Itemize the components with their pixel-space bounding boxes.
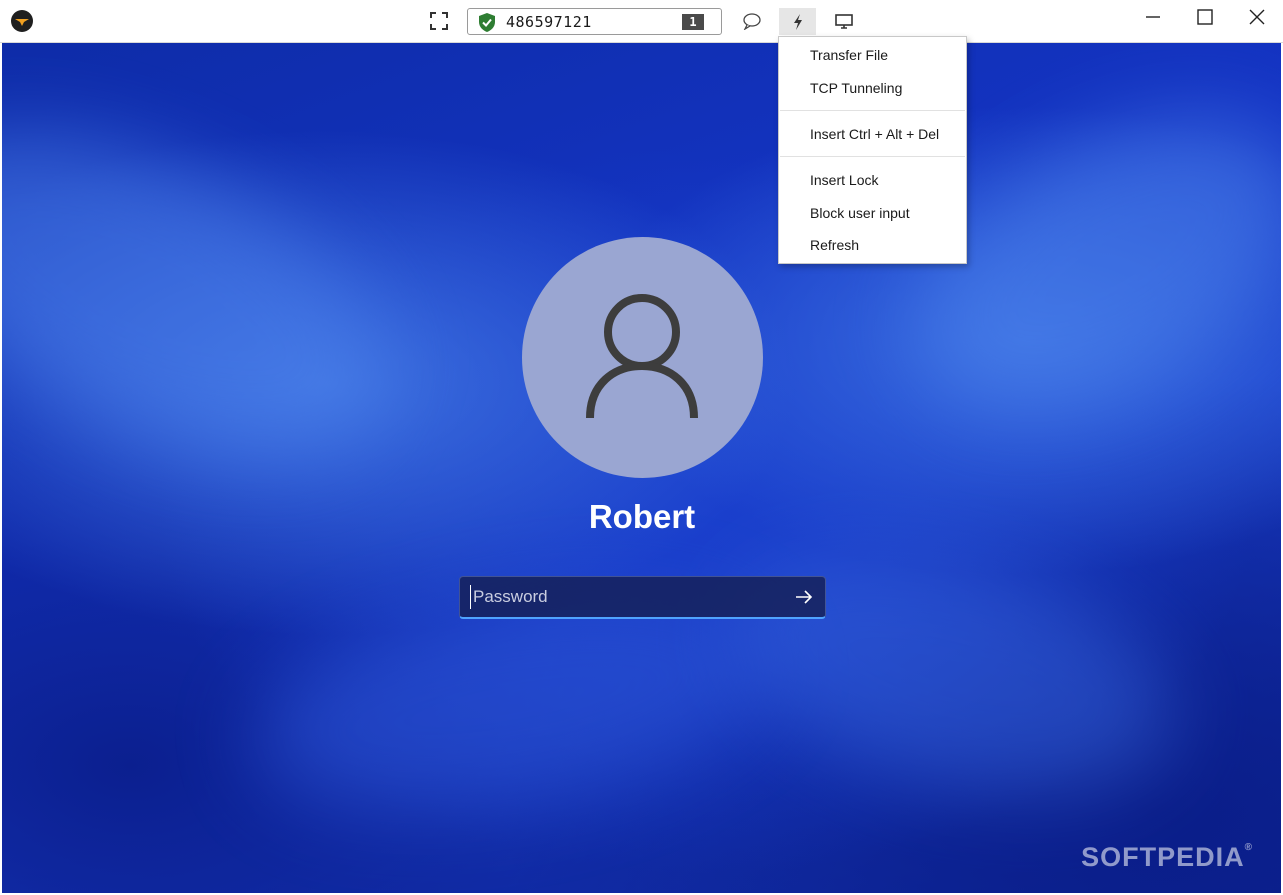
- menu-item-insert-lock[interactable]: Insert Lock: [779, 166, 966, 194]
- password-field-container: [459, 576, 826, 619]
- softpedia-watermark: SOFTPEDIA®: [1081, 842, 1253, 873]
- display-button[interactable]: [830, 7, 858, 35]
- shield-check-icon: [479, 13, 495, 32]
- maximize-button[interactable]: [1182, 3, 1228, 31]
- menu-separator: [780, 156, 965, 157]
- connection-id: 486597121: [506, 13, 592, 31]
- user-avatar: [522, 237, 763, 478]
- title-bar: 486597121 1: [0, 0, 1283, 43]
- menu-item-tcp-tunneling[interactable]: TCP Tunneling: [779, 74, 966, 102]
- watermark-mark: ®: [1244, 842, 1253, 853]
- menu-item-insert-ctrl-alt-del[interactable]: Insert Ctrl + Alt + Del: [779, 120, 966, 148]
- login-username: Robert: [588, 498, 696, 535]
- fullscreen-icon: [430, 12, 448, 30]
- lightning-icon: [793, 13, 802, 30]
- wallpaper-wave: [2, 65, 433, 521]
- menu-item-refresh[interactable]: Refresh: [779, 231, 966, 259]
- actions-button[interactable]: [779, 8, 816, 35]
- session-count-badge: 1: [682, 14, 704, 30]
- remote-screen[interactable]: Robert SOFTPEDIA®: [2, 43, 1281, 893]
- menu-item-transfer-file[interactable]: Transfer File: [779, 41, 966, 69]
- close-button[interactable]: [1234, 3, 1280, 31]
- password-input[interactable]: [470, 585, 773, 609]
- watermark-text: SOFTPEDIA: [1081, 842, 1245, 872]
- close-icon: [1249, 9, 1265, 25]
- fullscreen-button[interactable]: [426, 7, 452, 35]
- chat-button[interactable]: [738, 7, 766, 35]
- user-icon: [586, 294, 698, 419]
- wallpaper-wave: [701, 507, 1203, 839]
- arrow-right-icon[interactable]: [793, 587, 815, 607]
- connection-id-box[interactable]: 486597121 1: [467, 8, 722, 35]
- minimize-button[interactable]: [1130, 3, 1176, 31]
- minimize-icon: [1146, 16, 1160, 18]
- menu-item-block-user-input[interactable]: Block user input: [779, 199, 966, 227]
- remote-desktop-window: 486597121 1 Robert SOFTPEDIA® Transfer F…: [0, 0, 1283, 895]
- monitor-icon: [835, 14, 853, 29]
- actions-menu: Transfer File TCP Tunneling Insert Ctrl …: [778, 36, 967, 264]
- menu-separator: [780, 110, 965, 111]
- app-logo-icon: [11, 10, 33, 32]
- chat-bubble-icon: [743, 13, 761, 30]
- maximize-icon: [1197, 9, 1213, 25]
